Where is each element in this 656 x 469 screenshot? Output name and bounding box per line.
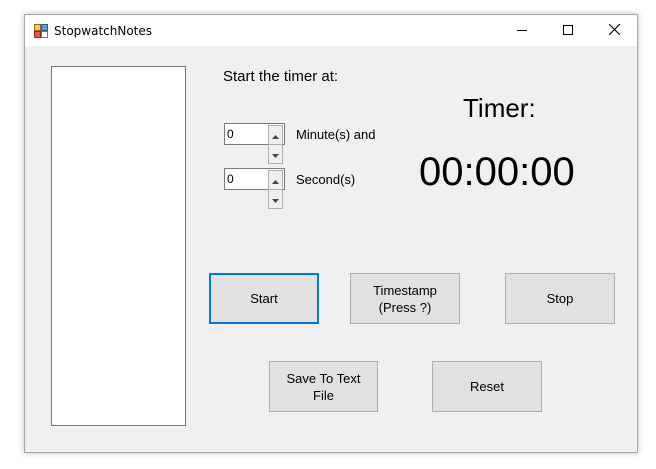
save-button-label: Save To Text File bbox=[286, 370, 361, 403]
notes-list[interactable] bbox=[51, 66, 186, 426]
minutes-up-button[interactable] bbox=[268, 125, 283, 145]
stop-button-label: Stop bbox=[546, 291, 574, 306]
start-button[interactable]: Start bbox=[209, 273, 319, 324]
minutes-label: Minute(s) and bbox=[296, 127, 376, 142]
timestamp-button-label: Timestamp (Press ?) bbox=[373, 282, 437, 315]
save-to-file-button[interactable]: Save To Text File bbox=[269, 361, 378, 412]
app-icon bbox=[34, 24, 48, 38]
start-button-label: Start bbox=[250, 291, 278, 306]
spin-up-icon bbox=[272, 126, 279, 144]
minutes-value[interactable]: 0 bbox=[227, 127, 234, 141]
reset-button[interactable]: Reset bbox=[432, 361, 542, 412]
app-window: StopwatchNotes Start the timer at: 0 Min… bbox=[24, 14, 638, 453]
timer-display: 00:00:00 bbox=[419, 150, 575, 194]
close-icon bbox=[608, 22, 620, 40]
minimize-button[interactable] bbox=[499, 15, 545, 46]
stop-button[interactable]: Stop bbox=[505, 273, 615, 324]
seconds-down-button[interactable] bbox=[268, 190, 283, 209]
seconds-up-button[interactable] bbox=[268, 170, 283, 190]
spin-down-icon bbox=[272, 145, 279, 163]
close-button[interactable] bbox=[591, 15, 637, 46]
maximize-button[interactable] bbox=[545, 15, 591, 46]
seconds-label: Second(s) bbox=[296, 172, 356, 187]
seconds-value[interactable]: 0 bbox=[227, 172, 234, 186]
seconds-spinner[interactable]: 0 bbox=[224, 168, 285, 209]
reset-button-label: Reset bbox=[470, 379, 504, 394]
title-bar[interactable]: StopwatchNotes bbox=[25, 15, 637, 46]
spin-up-icon bbox=[272, 171, 279, 189]
minutes-spinner[interactable]: 0 bbox=[224, 123, 285, 164]
start-at-label: Start the timer at: bbox=[223, 68, 339, 85]
seconds-spin-buttons bbox=[268, 170, 283, 209]
timestamp-button[interactable]: Timestamp (Press ?) bbox=[350, 273, 460, 324]
minutes-spin-buttons bbox=[268, 125, 283, 164]
window-title: StopwatchNotes bbox=[54, 24, 153, 38]
minutes-down-button[interactable] bbox=[268, 145, 283, 164]
spin-down-icon bbox=[272, 190, 279, 208]
maximize-icon bbox=[563, 22, 573, 40]
timer-title: Timer: bbox=[463, 93, 536, 123]
client-area: Start the timer at: 0 Minute(s) and 0 Se… bbox=[25, 46, 637, 452]
minimize-icon bbox=[517, 22, 527, 40]
